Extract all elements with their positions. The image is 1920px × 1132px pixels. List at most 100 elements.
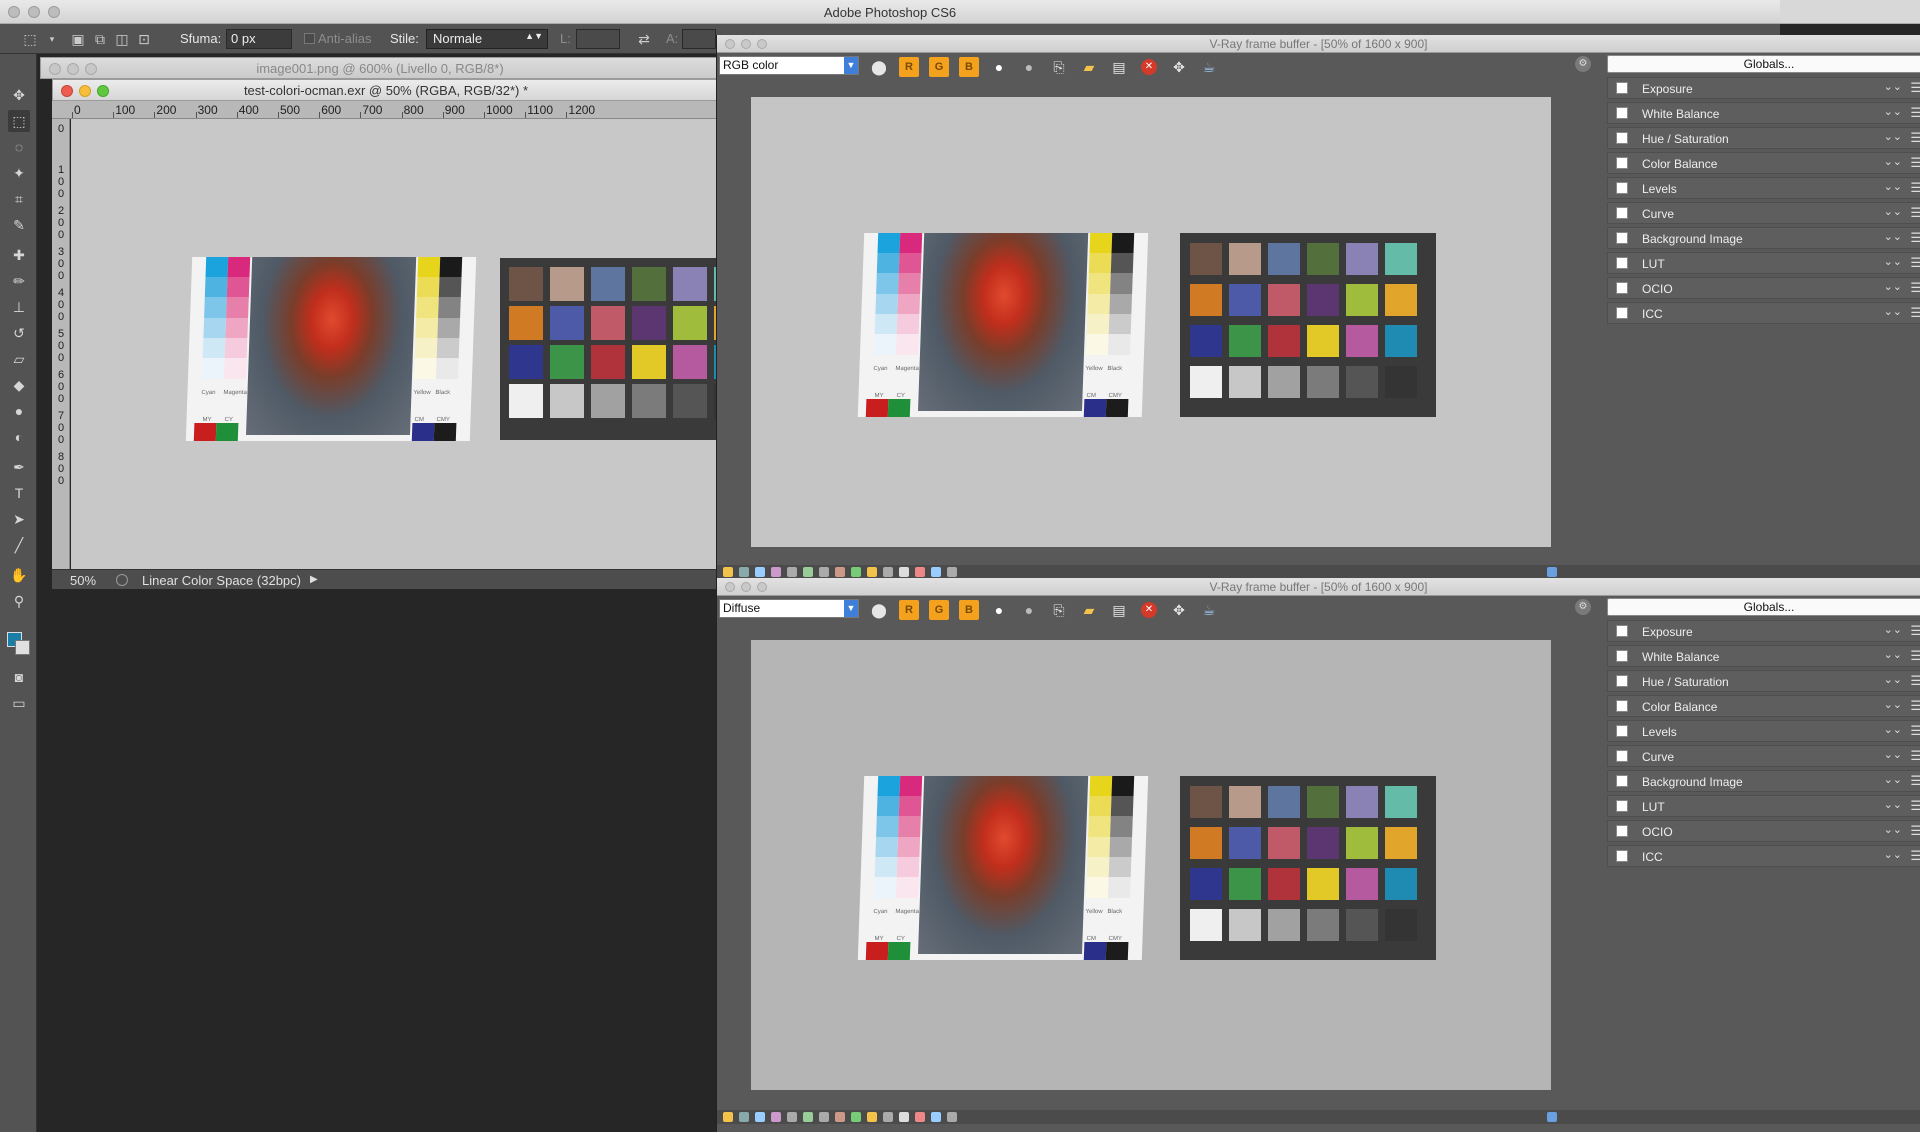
history-brush-icon[interactable]: ↺ [8, 322, 30, 344]
brush-tool-icon[interactable]: ✏ [8, 270, 30, 292]
menu-icon[interactable]: ☰ [1910, 623, 1920, 639]
expand-chevron-icon[interactable]: ⌄⌄ [1884, 230, 1902, 243]
toolbar-small-icon[interactable] [931, 1112, 941, 1122]
layer-enable-checkbox[interactable] [1616, 282, 1628, 294]
marquee-tool-icon[interactable]: ⬚ [8, 110, 30, 132]
layer-row[interactable]: Hue / Saturation ⌄⌄ ☰ [1607, 127, 1920, 149]
pen-tool-icon[interactable]: ✒ [8, 456, 30, 478]
toolbar-small-icon[interactable] [883, 567, 893, 577]
toolbar-small-icon[interactable] [803, 567, 813, 577]
healing-brush-icon[interactable]: ✚ [8, 244, 30, 266]
layer-row[interactable]: Background Image ⌄⌄ ☰ [1607, 770, 1920, 792]
toolbar-small-icon[interactable] [739, 1112, 749, 1122]
clear-image-icon[interactable]: ✕ [1141, 602, 1157, 618]
expand-chevron-icon[interactable]: ⌄⌄ [1884, 748, 1902, 761]
toolbar-small-icon[interactable] [723, 567, 733, 577]
expand-chevron-icon[interactable]: ⌄⌄ [1884, 255, 1902, 268]
layer-row[interactable]: Curve ⌄⌄ ☰ [1607, 745, 1920, 767]
expand-chevron-icon[interactable]: ⌄⌄ [1884, 798, 1902, 811]
toolbar-small-icon[interactable] [851, 567, 861, 577]
move-tool-icon[interactable]: ✥ [8, 84, 30, 106]
menu-icon[interactable]: ☰ [1910, 280, 1920, 296]
feather-input[interactable]: 0 px [226, 29, 292, 49]
vfb-render-view[interactable]: Cyan Magenta Yellow Black MY CY CM CMY [751, 97, 1551, 547]
menu-icon[interactable]: ☰ [1910, 773, 1920, 789]
expand-chevron-icon[interactable]: ⌄⌄ [1884, 723, 1902, 736]
menu-icon[interactable]: ☰ [1910, 673, 1920, 689]
layer-row[interactable]: ICC ⌄⌄ ☰ [1607, 302, 1920, 324]
play-icon[interactable]: ▶ [310, 574, 318, 585]
monochrome-icon[interactable]: ● [1019, 600, 1039, 620]
layer-enable-checkbox[interactable] [1616, 750, 1628, 762]
layer-enable-checkbox[interactable] [1616, 232, 1628, 244]
toolbar-small-icon[interactable] [931, 567, 941, 577]
dodge-tool-icon[interactable]: ◐ [8, 426, 30, 448]
region-icon[interactable] [1547, 567, 1557, 577]
swap-icon[interactable]: ⇄ [636, 31, 652, 47]
line-tool-icon[interactable]: ╱ [8, 534, 30, 556]
layer-row[interactable]: OCIO ⌄⌄ ☰ [1607, 277, 1920, 299]
save-image-icon[interactable]: ⎘ [1049, 57, 1069, 77]
vfb-titlebar[interactable]: V-Ray frame buffer - [50% of 1600 x 900] [717, 578, 1920, 596]
green-channel-button[interactable]: G [929, 57, 949, 77]
hand-tool-icon[interactable]: ✋ [8, 564, 30, 586]
toolbar-small-icon[interactable] [803, 1112, 813, 1122]
layer-row[interactable]: Exposure ⌄⌄ ☰ [1607, 77, 1920, 99]
menu-icon[interactable]: ☰ [1910, 230, 1920, 246]
layer-enable-checkbox[interactable] [1616, 725, 1628, 737]
menu-icon[interactable]: ☰ [1910, 255, 1920, 271]
toolbar-small-icon[interactable] [787, 567, 797, 577]
track-mouse-icon[interactable]: ✥ [1169, 600, 1189, 620]
expand-chevron-icon[interactable]: ⌄⌄ [1884, 305, 1902, 318]
layer-enable-checkbox[interactable] [1616, 775, 1628, 787]
layer-row[interactable]: LUT ⌄⌄ ☰ [1607, 795, 1920, 817]
channel-select[interactable]: RGB color ▼ [719, 56, 859, 75]
clipboard-icon[interactable]: ▤ [1109, 57, 1129, 77]
blur-tool-icon[interactable]: ● [8, 400, 30, 422]
height-input[interactable] [682, 29, 716, 49]
track-mouse-icon[interactable]: ✥ [1169, 57, 1189, 77]
color-channels-icon[interactable]: ⬤ [869, 57, 889, 77]
clone-stamp-icon[interactable]: ⊥ [8, 296, 30, 318]
expand-chevron-icon[interactable]: ⌄⌄ [1884, 673, 1902, 686]
type-tool-icon[interactable]: T [8, 482, 30, 504]
toolbar-small-icon[interactable] [883, 1112, 893, 1122]
expand-chevron-icon[interactable]: ⌄⌄ [1884, 80, 1902, 93]
background-color-swatch[interactable] [15, 640, 30, 655]
layer-enable-checkbox[interactable] [1616, 675, 1628, 687]
toolbar-small-icon[interactable] [771, 1112, 781, 1122]
chevron-down-icon[interactable]: ▾ [44, 31, 60, 47]
paint-bucket-icon[interactable]: ◆ [8, 374, 30, 396]
menu-icon[interactable]: ☰ [1910, 180, 1920, 196]
expand-chevron-icon[interactable]: ⌄⌄ [1884, 698, 1902, 711]
layer-row[interactable]: Levels ⌄⌄ ☰ [1607, 177, 1920, 199]
layer-enable-checkbox[interactable] [1616, 132, 1628, 144]
monochrome-icon[interactable]: ● [1019, 57, 1039, 77]
lasso-tool-icon[interactable]: ◌ [8, 136, 30, 158]
blue-channel-button[interactable]: B [959, 57, 979, 77]
refresh-icon[interactable] [116, 574, 128, 586]
layer-enable-checkbox[interactable] [1616, 82, 1628, 94]
layer-enable-checkbox[interactable] [1616, 107, 1628, 119]
layer-row[interactable]: ICC ⌄⌄ ☰ [1607, 845, 1920, 867]
color-space-info[interactable]: Linear Color Space (32bpc) [142, 573, 301, 588]
zoom-level[interactable]: 50% [70, 573, 96, 588]
expand-chevron-icon[interactable]: ⌄⌄ [1884, 155, 1902, 168]
eyedropper-icon[interactable]: ✎ [8, 214, 30, 236]
toolbar-small-icon[interactable] [787, 1112, 797, 1122]
channel-select[interactable]: Diffuse ▼ [719, 599, 859, 618]
menu-icon[interactable]: ☰ [1910, 848, 1920, 864]
globals-button[interactable]: Globals... [1607, 598, 1920, 616]
expand-chevron-icon[interactable]: ⌄⌄ [1884, 648, 1902, 661]
toolbar-small-icon[interactable] [723, 1112, 733, 1122]
layer-enable-checkbox[interactable] [1616, 307, 1628, 319]
toolbar-small-icon[interactable] [819, 1112, 829, 1122]
menu-icon[interactable]: ☰ [1910, 205, 1920, 221]
expand-chevron-icon[interactable]: ⌄⌄ [1884, 130, 1902, 143]
menu-icon[interactable]: ☰ [1910, 155, 1920, 171]
toolbar-small-icon[interactable] [755, 1112, 765, 1122]
save-image-icon[interactable]: ⎘ [1049, 600, 1069, 620]
layer-row[interactable]: White Balance ⌄⌄ ☰ [1607, 102, 1920, 124]
marquee-preset-icon[interactable]: ⬚ [22, 31, 38, 47]
intersect-selection-icon[interactable]: ⊡ [136, 31, 152, 47]
